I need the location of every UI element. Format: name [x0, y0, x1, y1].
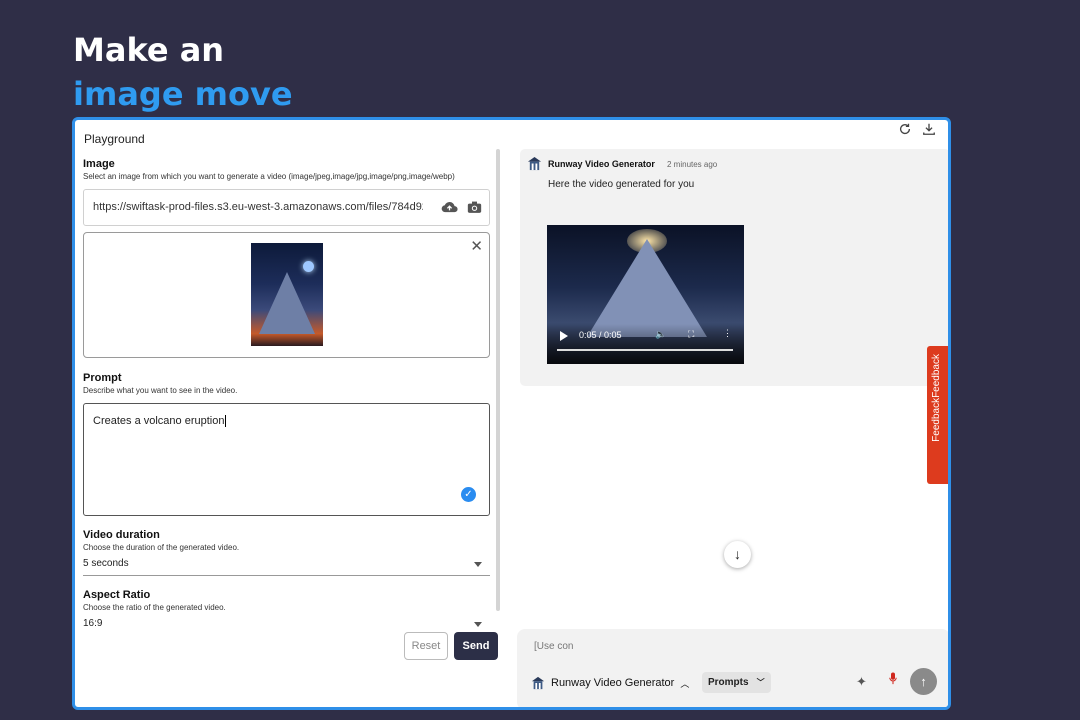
close-icon[interactable]: ✕	[470, 237, 483, 255]
chevron-down-icon: ﹀	[756, 678, 765, 687]
agent-label: Runway Video Generator	[551, 677, 675, 689]
bot-avatar	[527, 156, 542, 171]
chevron-down-icon	[474, 622, 482, 627]
video-time: 0:05 / 0:05	[579, 330, 622, 340]
text-cursor	[225, 415, 227, 428]
prompt-description: Describe what you want to see in the vid…	[83, 386, 238, 395]
chat-composer: [Use con Runway Video Generator ︿ Prompt…	[517, 629, 948, 707]
aspect-ratio-select[interactable]: 16:9	[83, 618, 490, 628]
image-url-input[interactable]: https://swiftask-prod-files.s3.eu-west-3…	[83, 189, 490, 226]
window-title: Playground	[84, 132, 145, 146]
aspect-ratio-description: Choose the ratio of the generated video.	[83, 603, 226, 612]
play-icon[interactable]	[560, 331, 568, 341]
chevron-down-icon	[474, 562, 482, 567]
bot-name: Runway Video Generator	[548, 159, 655, 169]
arrow-down-icon[interactable]: ↓	[724, 541, 751, 568]
chat-input[interactable]: [Use con	[534, 641, 573, 652]
upload-cloud-icon[interactable]	[441, 200, 458, 214]
agent-selector[interactable]: Runway Video Generator ︿	[531, 672, 689, 694]
form-scrollbar[interactable]	[496, 149, 500, 611]
image-section: Image Select an image from which you wan…	[83, 158, 493, 181]
message-text: Here the video generated for you	[548, 179, 695, 190]
selected-image-thumbnail	[251, 243, 323, 346]
checkmark-icon: ✓	[461, 487, 476, 502]
headline: Make an image move	[73, 28, 293, 116]
reset-button[interactable]: Reset	[404, 632, 448, 660]
duration-value: 5 seconds	[83, 558, 129, 569]
feedback-tab[interactable]: FeedbackFeedback	[927, 346, 948, 484]
video-progress-bar[interactable]	[557, 349, 733, 351]
prompt-section: Prompt Describe what you want to see in …	[83, 372, 237, 395]
prompt-value: Creates a volcano eruption	[93, 415, 225, 427]
volume-icon[interactable]: 🔈	[655, 329, 666, 340]
duration-label: Video duration	[83, 529, 160, 541]
video-controls: 0:05 / 0:05 🔈 ⛶ ⋮	[547, 324, 744, 364]
aspect-ratio-value: 16:9	[83, 618, 103, 628]
app-window: Playground Image Select an image from wh…	[72, 117, 951, 710]
image-label: Image	[83, 158, 115, 170]
prompts-button[interactable]: Prompts ﹀	[702, 672, 771, 693]
magic-wand-icon[interactable]: ✦	[856, 674, 867, 690]
bot-icon	[531, 676, 545, 690]
microphone-icon[interactable]	[889, 672, 897, 685]
headline-line-2: image move	[73, 75, 293, 113]
window-toolbar	[898, 122, 936, 136]
image-url-value[interactable]: https://swiftask-prod-files.s3.eu-west-3…	[93, 201, 423, 213]
feedback-label: FeedbackFeedback	[931, 354, 942, 442]
send-arrow-icon[interactable]: ↑	[910, 668, 937, 695]
fullscreen-icon[interactable]: ⛶	[688, 329, 694, 340]
duration-section: Video duration Choose the duration of th…	[83, 529, 239, 552]
headline-line-1: Make an	[73, 31, 225, 69]
prompt-textarea[interactable]: Creates a volcano eruption ✓	[83, 403, 490, 516]
send-button[interactable]: Send	[454, 632, 498, 660]
camera-icon[interactable]	[467, 200, 482, 214]
video-player[interactable]: 0:05 / 0:05 🔈 ⛶ ⋮	[547, 225, 744, 364]
image-preview: ✕	[83, 232, 490, 358]
prompt-label: Prompt	[83, 372, 122, 384]
download-icon[interactable]	[922, 122, 936, 136]
prompts-label: Prompts	[708, 677, 749, 688]
duration-select[interactable]: 5 seconds	[83, 558, 490, 576]
more-options-icon[interactable]: ⋮	[723, 328, 732, 339]
chevron-up-icon: ︿	[680, 678, 690, 689]
form-panel: Image Select an image from which you wan…	[83, 158, 493, 628]
duration-description: Choose the duration of the generated vid…	[83, 543, 240, 552]
aspect-ratio-label: Aspect Ratio	[83, 589, 151, 601]
chat-message: Runway Video Generator 2 minutes ago Her…	[520, 149, 948, 386]
message-timestamp: 2 minutes ago	[667, 160, 718, 169]
refresh-icon[interactable]	[898, 122, 912, 136]
image-description: Select an image from which you want to g…	[83, 172, 455, 181]
aspect-ratio-section: Aspect Ratio Choose the ratio of the gen…	[83, 589, 226, 612]
